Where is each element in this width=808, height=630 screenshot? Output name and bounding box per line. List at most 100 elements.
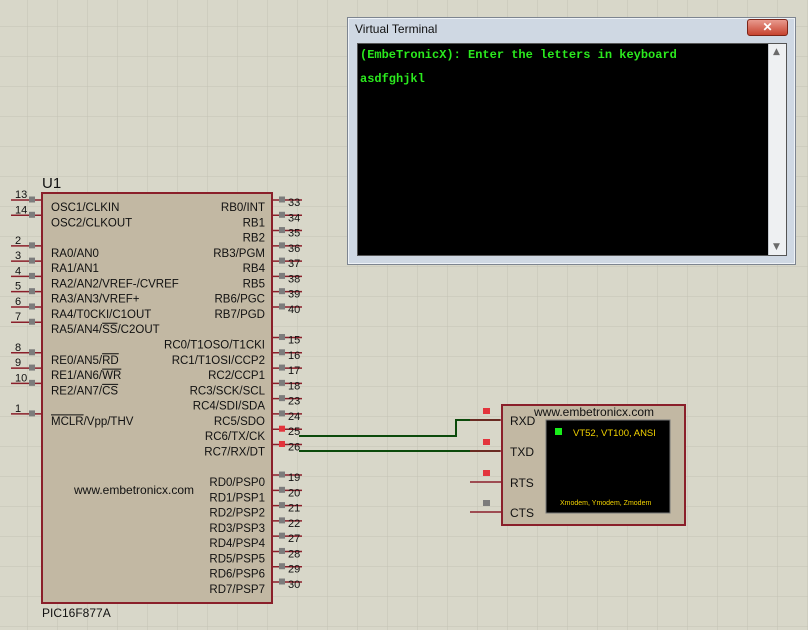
close-button[interactable]: ✕ xyxy=(747,19,788,36)
pin-number: 26 xyxy=(288,441,300,453)
pin-number: 2 xyxy=(15,235,21,247)
pin-state-marker xyxy=(29,364,35,371)
pin-number: 27 xyxy=(288,533,300,545)
terminal-line: (EmbeTronicX): Enter the letters in keyb… xyxy=(360,48,677,62)
pin-label: RE0/AN5/RD xyxy=(51,355,119,367)
pin-label: RD7/PSP7 xyxy=(209,584,265,596)
pin-label: RB2 xyxy=(243,233,265,245)
pin-number: 6 xyxy=(15,296,21,308)
pin-label: RC3/SCK/SCL xyxy=(190,385,266,397)
pin-number: 13 xyxy=(15,189,27,201)
pin-number: 18 xyxy=(288,380,300,392)
pin-label: MCLR/Vpp/THV xyxy=(51,416,134,428)
pin-label: RE2/AN7/CS xyxy=(51,385,118,397)
pin-label: RA0/AN0 xyxy=(51,248,99,260)
vt-modes-label: VT52, VT100, ANSI xyxy=(573,428,656,439)
terminal-titlebar[interactable]: Virtual Terminal ✕ xyxy=(348,18,795,40)
pin-state-marker xyxy=(29,196,35,203)
pin-state-marker xyxy=(29,257,35,264)
pin-state-marker xyxy=(279,196,285,203)
virtual-terminal-component[interactable]: www.embetronicx.com VT52, VT100, ANSI Xm… xyxy=(470,404,686,526)
close-icon: ✕ xyxy=(762,20,773,34)
pin-label: RC0/T1OSO/T1CKI xyxy=(164,340,265,352)
pin-label: RA1/AN1 xyxy=(51,263,99,275)
pin-state-marker xyxy=(279,563,285,570)
terminal-line: asdfghjkl xyxy=(360,72,425,86)
pin-label: TXD xyxy=(510,445,534,459)
pin-state-marker xyxy=(279,410,285,417)
pin-number: 29 xyxy=(288,564,300,576)
mcu-part-label: PIC16F877A xyxy=(42,606,111,620)
pin-label: RD2/PSP2 xyxy=(209,508,265,520)
pin-label: OSC2/CLKOUT xyxy=(51,217,132,229)
pin-number: 20 xyxy=(288,487,300,499)
terminal-screen[interactable]: (EmbeTronicX): Enter the letters in keyb… xyxy=(357,43,787,256)
pin-state-marker xyxy=(483,439,490,445)
pin-state-marker xyxy=(279,272,285,279)
pin-label: RB4 xyxy=(243,263,266,275)
terminal-scrollbar[interactable]: ▲ ▼ xyxy=(768,44,786,255)
pin-label: RC2/CCP1 xyxy=(208,370,265,382)
scroll-up-icon[interactable]: ▲ xyxy=(773,47,780,57)
pin-state-marker xyxy=(29,303,35,310)
pin-state-marker xyxy=(279,227,285,234)
pin-state-marker xyxy=(29,242,35,249)
pin-state-marker xyxy=(279,334,285,341)
pin-number: 5 xyxy=(15,281,21,293)
pin-number: 7 xyxy=(15,311,21,323)
pin-label: RA3/AN3/VREF+ xyxy=(51,294,140,306)
pin-number: 9 xyxy=(15,357,21,369)
pin-label: RC5/SDO xyxy=(214,416,265,428)
pin-state-marker xyxy=(279,379,285,386)
pin-label: RD1/PSP1 xyxy=(209,492,265,504)
pin-state-marker xyxy=(279,425,285,432)
pin-state-marker xyxy=(279,578,285,585)
pin-label: RD0/PSP0 xyxy=(209,477,265,489)
pin-label: RC6/TX/CK xyxy=(205,431,265,443)
pin-label: RB5 xyxy=(243,278,265,290)
pin-state-marker xyxy=(279,547,285,554)
pin-label: RTS xyxy=(510,476,534,490)
pin-state-marker xyxy=(483,470,490,476)
pin-label: RC4/SDI/SDA xyxy=(193,401,266,413)
pin-number: 36 xyxy=(288,243,300,255)
pin-state-marker xyxy=(279,257,285,264)
pin-label: RB0/INT xyxy=(221,202,265,214)
pin-state-marker xyxy=(279,517,285,524)
pin-number: 8 xyxy=(15,342,21,354)
pin-state-marker xyxy=(29,211,35,218)
pin-label: RD3/PSP3 xyxy=(209,523,265,535)
pin-number: 38 xyxy=(288,273,300,285)
pin-number: 16 xyxy=(288,350,300,362)
pin-number: 24 xyxy=(288,411,300,423)
mcu-watermark: www.embetronicx.com xyxy=(73,483,194,497)
mcu-ref-label: U1 xyxy=(42,175,61,192)
pin-number: 23 xyxy=(288,396,300,408)
pin-state-marker xyxy=(279,349,285,356)
pin-label: RD6/PSP6 xyxy=(209,569,265,581)
pin-number: 30 xyxy=(288,579,300,591)
virtual-terminal-window[interactable]: Virtual Terminal ✕ (EmbeTronicX): Enter … xyxy=(347,17,796,265)
pin-label: CTS xyxy=(510,506,534,520)
pin-label: RB3/PGM xyxy=(213,248,265,260)
pin-state-marker xyxy=(279,211,285,218)
pin-state-marker xyxy=(29,272,35,279)
pin-number: 22 xyxy=(288,518,300,530)
scroll-down-icon[interactable]: ▼ xyxy=(773,242,780,252)
pin-state-marker xyxy=(29,318,35,325)
pin-state-marker xyxy=(279,303,285,310)
pin-number: 40 xyxy=(288,304,300,316)
pin-state-marker xyxy=(29,288,35,295)
pin-label: RA4/T0CKI/C1OUT xyxy=(51,309,151,321)
pin-state-marker xyxy=(29,410,35,417)
pin-state-marker xyxy=(483,500,490,506)
pin-state-marker xyxy=(29,349,35,356)
pic16f877a-component[interactable]: U1 www.embetronicx.com PIC16F877A 13OSC1… xyxy=(11,175,302,620)
pin-number: 10 xyxy=(15,372,27,384)
terminal-title: Virtual Terminal xyxy=(355,22,438,36)
vt-status-led xyxy=(555,428,562,435)
pin-state-marker xyxy=(279,471,285,478)
pin-number: 28 xyxy=(288,548,300,560)
pin-state-marker xyxy=(279,440,285,447)
pin-number: 35 xyxy=(288,228,300,240)
